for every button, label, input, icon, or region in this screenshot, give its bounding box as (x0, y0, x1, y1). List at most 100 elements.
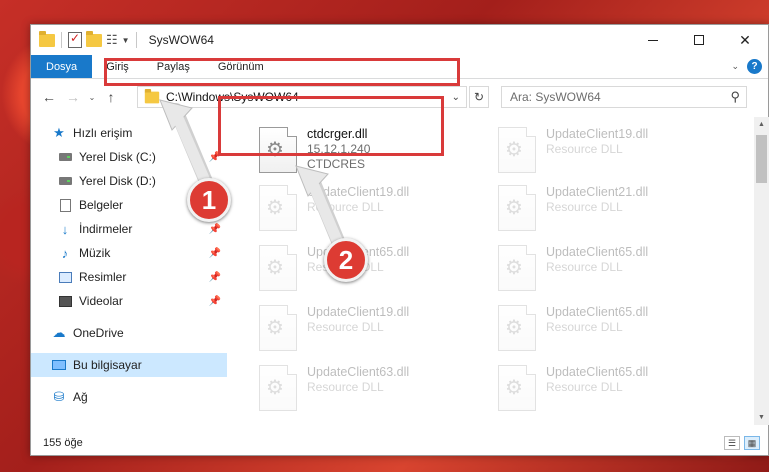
dll-file-icon: ⚙ (259, 365, 297, 411)
customize-toolbar-chevron-icon[interactable]: ▼ (122, 36, 130, 45)
pin-icon[interactable]: 📌 (209, 272, 221, 283)
scrollbar-thumb[interactable] (756, 135, 767, 183)
document-icon (57, 198, 73, 212)
sidebar-item-label: Ağ (73, 390, 88, 404)
file-type: Resource DLL (307, 380, 384, 394)
file-tile-ctdcrger[interactable]: ⚙ ctdcrger.dll 15.12.1.240 CTDCRES (253, 123, 473, 181)
sidebar-item-label: İndirmeler (79, 222, 133, 236)
file-tile[interactable]: ⚙ UpdateClient19.dll Resource DLL (492, 123, 712, 181)
sidebar-item-local-disk-c[interactable]: Yerel Disk (C:) 📌 (31, 145, 227, 169)
ribbon-tabs: Dosya Giriş Paylaş Görünüm ⌄ ? (31, 55, 768, 79)
file-name: UpdateClient19.dll (307, 185, 410, 199)
file-tile[interactable]: ⚙ UpdateClient21.dll Resource DLL (492, 181, 712, 239)
address-path[interactable]: C:\Windows\SysWOW64 (166, 90, 299, 104)
address-bar[interactable]: C:\Windows\SysWOW64 ⌄ (137, 86, 467, 108)
sidebar-item-network[interactable]: ⛁ Ağ (31, 385, 227, 409)
dll-file-icon: ⚙ (259, 185, 297, 231)
dll-file-icon: ⚙ (498, 185, 536, 231)
file-name: UpdateClient19.dll (307, 305, 410, 319)
view-switcher: ☰ ▦ (724, 436, 760, 450)
close-button[interactable]: ✕ (722, 25, 768, 55)
sidebar-item-label: Müzik (79, 246, 111, 260)
properties-icon[interactable] (68, 31, 82, 48)
file-version: 15.12.1.240 (307, 142, 371, 156)
search-input[interactable]: Ara: SysWOW64 (510, 90, 601, 104)
sidebar-item-onedrive[interactable]: ☁ OneDrive (31, 321, 227, 345)
scroll-up-arrow-icon[interactable]: ▲ (754, 117, 769, 132)
sidebar-item-label: Videolar (79, 294, 123, 308)
help-icon[interactable]: ? (747, 59, 762, 74)
maximize-button[interactable] (676, 25, 722, 55)
tiles-view-icon[interactable]: ▦ (744, 436, 760, 450)
tab-home[interactable]: Giriş (92, 55, 143, 78)
file-type: Resource DLL (546, 320, 623, 334)
recent-locations-chevron-icon[interactable]: ⌄ (85, 93, 99, 102)
scroll-down-arrow-icon[interactable]: ▼ (754, 410, 769, 425)
refresh-button[interactable]: ↻ (469, 86, 489, 108)
file-name: UpdateClient65.dll (546, 305, 649, 319)
cloud-icon: ☁ (52, 325, 66, 340)
tab-file[interactable]: Dosya (31, 55, 93, 78)
dll-file-icon: ⚙ (259, 305, 297, 351)
up-arrow-icon[interactable]: ↑ (99, 89, 123, 105)
sidebar-item-pictures[interactable]: Resimler 📌 (31, 265, 227, 289)
file-tile[interactable]: ⚙ UpdateClient19.dll Resource DLL (253, 301, 473, 359)
address-history-chevron-icon[interactable]: ⌄ (452, 92, 460, 103)
star-icon: ★ (53, 125, 65, 140)
sidebar-item-label: Yerel Disk (C:) (79, 150, 156, 164)
video-icon (57, 295, 73, 307)
file-description: CTDCRES (307, 157, 366, 171)
view-options-icon[interactable]: ☷ (106, 32, 118, 48)
details-view-icon[interactable]: ☰ (724, 436, 740, 450)
pin-icon[interactable]: 📌 (209, 296, 221, 307)
file-tile[interactable]: ⚙ UpdateClient65.dll Resource DLL (492, 241, 712, 299)
pin-icon[interactable]: 📌 (209, 224, 221, 235)
callout-badge-2: 2 (324, 238, 368, 282)
search-box[interactable]: Ara: SysWOW64 ⚲ (501, 86, 747, 108)
file-tile[interactable]: ⚙ UpdateClient65.dll Resource DLL (492, 361, 712, 419)
dll-file-icon: ⚙ (259, 245, 297, 291)
file-tile[interactable]: ⚙ UpdateClient63.dll Resource DLL (253, 361, 473, 419)
forward-arrow-icon[interactable]: → (61, 89, 85, 105)
file-type: Resource DLL (546, 380, 623, 394)
tab-share[interactable]: Paylaş (143, 55, 204, 78)
search-icon: ⚲ (730, 89, 740, 104)
file-tile[interactable]: ⚙ UpdateClient19.dll Resource DLL (253, 181, 473, 239)
file-name: ctdcrger.dll (307, 127, 368, 141)
back-arrow-icon[interactable]: ← (37, 89, 61, 105)
tab-view[interactable]: Görünüm (204, 55, 278, 78)
folder-icon (144, 88, 160, 103)
file-type: Resource DLL (307, 320, 384, 334)
sidebar-item-label: Belgeler (79, 198, 124, 212)
refresh-icon: ↻ (473, 90, 485, 104)
toolbar-divider (61, 32, 62, 48)
pin-icon[interactable]: 📌 (209, 152, 221, 163)
sidebar-item-videos[interactable]: Videolar 📌 (31, 289, 227, 313)
dll-file-icon: ⚙ (498, 245, 536, 291)
vertical-scrollbar[interactable]: ▲ ▼ (754, 117, 769, 425)
file-tile[interactable]: ⚙ UpdateClient65.dll Resource DLL (492, 301, 712, 359)
dll-file-icon: ⚙ (498, 365, 536, 411)
sidebar-item-this-pc[interactable]: Bu bilgisayar (31, 353, 227, 377)
callout-badge-1: 1 (187, 178, 231, 222)
sidebar-item-downloads[interactable]: ↓ İndirmeler 📌 (31, 217, 227, 241)
status-bar: 155 öğe ☰ ▦ (31, 430, 768, 456)
drive-icon (57, 153, 73, 161)
expand-ribbon-chevron-icon[interactable]: ⌄ (731, 61, 739, 72)
sidebar-item-music[interactable]: ♪ Müzik 📌 (31, 241, 227, 265)
maximize-icon (694, 35, 704, 45)
window-title: SysWOW64 (148, 33, 214, 47)
sidebar-item-quick-access[interactable]: ★ Hızlı erişim (31, 121, 227, 145)
pin-icon[interactable]: 📌 (209, 248, 221, 259)
minimize-button[interactable] (630, 25, 676, 55)
file-list: ⚙ ctdcrger.dll 15.12.1.240 CTDCRES ⚙ Upd… (228, 117, 754, 425)
file-type: Resource DLL (546, 260, 623, 274)
dll-file-icon: ⚙ (498, 305, 536, 351)
sidebar-item-label: OneDrive (73, 326, 124, 340)
quick-access-toolbar: ☷ ▼ (39, 30, 139, 48)
folder-icon (39, 30, 55, 47)
new-folder-icon[interactable] (86, 30, 102, 47)
